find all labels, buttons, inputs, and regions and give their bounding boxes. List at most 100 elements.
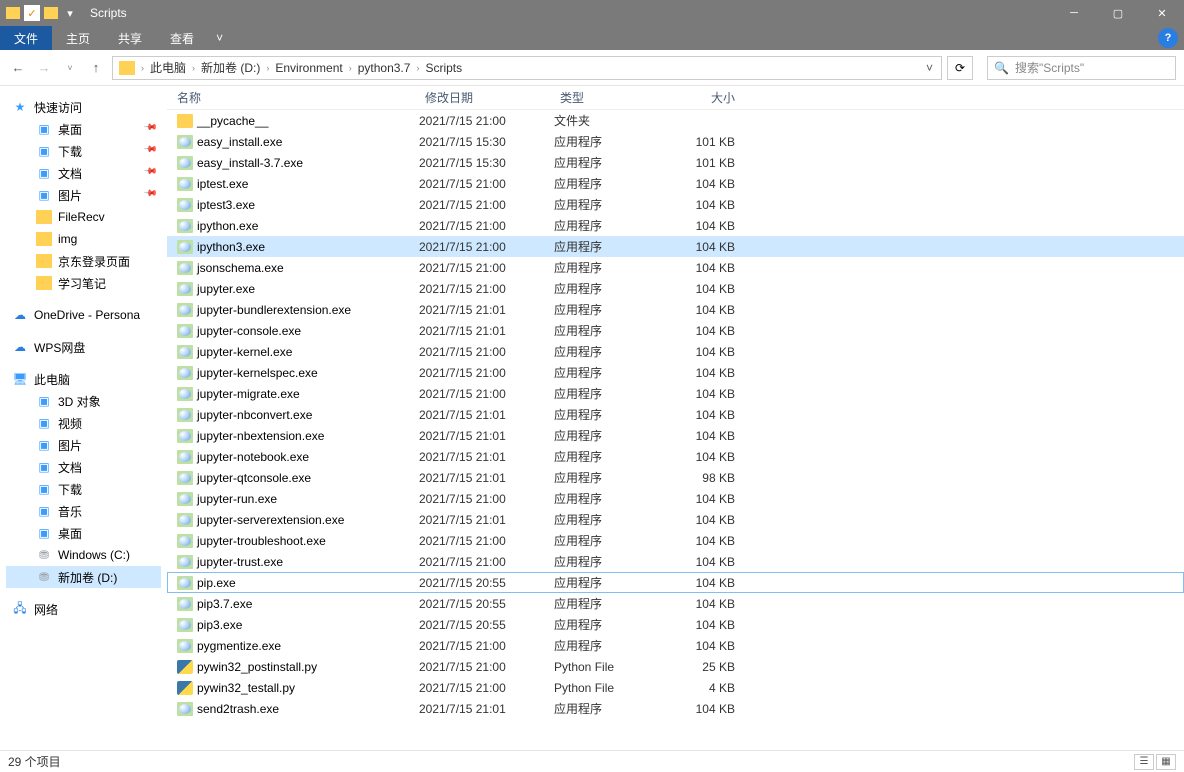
file-name: jupyter.exe <box>197 282 255 296</box>
table-row[interactable]: iptest.exe2021/7/15 21:00应用程序104 KB <box>167 173 1184 194</box>
qat-checkbox-icon[interactable]: ✓ <box>24 5 40 21</box>
sidebar-item[interactable]: 京东登录页面 <box>6 250 161 272</box>
crumb-env[interactable]: Environment <box>271 61 346 75</box>
chevron-right-icon[interactable]: › <box>347 63 354 73</box>
view-thumbnails-icon[interactable]: ▦ <box>1156 754 1176 770</box>
sidebar-item[interactable]: ▣3D 对象 <box>6 390 161 412</box>
sidebar-item[interactable]: 学习笔记 <box>6 272 161 294</box>
col-type[interactable]: 类型 <box>554 89 666 106</box>
table-row[interactable]: jupyter-kernel.exe2021/7/15 21:00应用程序104… <box>167 341 1184 362</box>
table-row[interactable]: jupyter-console.exe2021/7/15 21:01应用程序10… <box>167 320 1184 341</box>
sidebar-item[interactable]: ▣下载📌 <box>6 140 161 162</box>
sidebar-quick-access[interactable]: ★快速访问 <box>6 96 161 118</box>
table-row[interactable]: jupyter-migrate.exe2021/7/15 21:00应用程序10… <box>167 383 1184 404</box>
close-button[interactable]: ✕ <box>1140 0 1184 26</box>
sidebar-item[interactable]: ▣图片 <box>6 434 161 456</box>
up-button[interactable]: ↑ <box>86 58 106 78</box>
table-row[interactable]: __pycache__2021/7/15 21:00文件夹 <box>167 110 1184 131</box>
chevron-right-icon[interactable]: › <box>264 63 271 73</box>
sidebar-item[interactable]: ⛃Windows (C:) <box>6 544 161 566</box>
table-row[interactable]: ipython3.exe2021/7/15 21:00应用程序104 KB <box>167 236 1184 257</box>
sidebar-item[interactable]: ⛃新加卷 (D:) <box>6 566 161 588</box>
sidebar-item[interactable]: ▣下载 <box>6 478 161 500</box>
table-row[interactable]: jupyter-serverextension.exe2021/7/15 21:… <box>167 509 1184 530</box>
file-name: iptest3.exe <box>197 198 255 212</box>
maximize-button[interactable]: ▢ <box>1096 0 1140 26</box>
sidebar-item[interactable]: ▣文档 <box>6 456 161 478</box>
search-input[interactable]: 🔍 搜索"Scripts" <box>987 56 1176 80</box>
table-row[interactable]: send2trash.exe2021/7/15 21:01应用程序104 KB <box>167 698 1184 719</box>
sidebar-item[interactable]: ▣视频 <box>6 412 161 434</box>
mon-icon: ▣ <box>36 526 52 540</box>
sidebar-item[interactable]: img <box>6 228 161 250</box>
sidebar-item[interactable]: ▣音乐 <box>6 500 161 522</box>
tab-home[interactable]: 主页 <box>52 26 104 50</box>
table-row[interactable]: iptest3.exe2021/7/15 21:00应用程序104 KB <box>167 194 1184 215</box>
tab-view[interactable]: 查看 <box>156 26 208 50</box>
chevron-right-icon[interactable]: › <box>414 63 421 73</box>
sidebar-item[interactable]: ▣文档📌 <box>6 162 161 184</box>
chevron-right-icon[interactable]: › <box>190 63 197 73</box>
sidebar-item[interactable]: FileRecv <box>6 206 161 228</box>
chevron-right-icon[interactable]: › <box>139 63 146 73</box>
table-row[interactable]: ipython.exe2021/7/15 21:00应用程序104 KB <box>167 215 1184 236</box>
table-row[interactable]: jupyter-notebook.exe2021/7/15 21:01应用程序1… <box>167 446 1184 467</box>
sidebar-item[interactable]: ▣桌面 <box>6 522 161 544</box>
file-size: 104 KB <box>666 450 741 464</box>
back-button[interactable]: ← <box>8 58 28 78</box>
table-row[interactable]: pip3.exe2021/7/15 20:55应用程序104 KB <box>167 614 1184 635</box>
table-row[interactable]: jupyter-qtconsole.exe2021/7/15 21:01应用程序… <box>167 467 1184 488</box>
sidebar-this-pc[interactable]: 🖥此电脑 <box>6 368 161 390</box>
forward-button[interactable]: → <box>34 58 54 78</box>
sidebar-wps[interactable]: ☁WPS网盘 <box>6 336 161 358</box>
crumb-pc[interactable]: 此电脑 <box>146 59 190 76</box>
table-row[interactable]: jupyter-nbconvert.exe2021/7/15 21:01应用程序… <box>167 404 1184 425</box>
table-row[interactable]: pywin32_testall.py2021/7/15 21:00Python … <box>167 677 1184 698</box>
table-row[interactable]: pip3.7.exe2021/7/15 20:55应用程序104 KB <box>167 593 1184 614</box>
table-row[interactable]: jupyter-troubleshoot.exe2021/7/15 21:00应… <box>167 530 1184 551</box>
tab-share[interactable]: 共享 <box>104 26 156 50</box>
table-row[interactable]: jupyter-trust.exe2021/7/15 21:00应用程序104 … <box>167 551 1184 572</box>
mon-icon: ▣ <box>36 504 52 518</box>
sidebar-item[interactable]: ▣桌面📌 <box>6 118 161 140</box>
sidebar-network[interactable]: 🖧网络 <box>6 598 161 620</box>
crumb-scripts[interactable]: Scripts <box>421 61 466 75</box>
table-row[interactable]: easy_install-3.7.exe2021/7/15 15:30应用程序1… <box>167 152 1184 173</box>
help-icon[interactable]: ? <box>1158 28 1178 48</box>
file-size: 104 KB <box>666 198 741 212</box>
table-row[interactable]: jupyter.exe2021/7/15 21:00应用程序104 KB <box>167 278 1184 299</box>
exe-icon <box>177 576 193 590</box>
tab-file[interactable]: 文件 <box>0 26 52 50</box>
minimize-button[interactable]: ─ <box>1052 0 1096 26</box>
address-dropdown-icon[interactable]: ˅ <box>920 61 939 75</box>
table-row[interactable]: pip.exe2021/7/15 20:55应用程序104 KB <box>167 572 1184 593</box>
crumb-drive[interactable]: 新加卷 (D:) <box>197 59 264 76</box>
table-row[interactable]: pywin32_postinstall.py2021/7/15 21:00Pyt… <box>167 656 1184 677</box>
table-row[interactable]: jsonschema.exe2021/7/15 21:00应用程序104 KB <box>167 257 1184 278</box>
col-name[interactable]: 名称 <box>167 89 419 106</box>
file-date: 2021/7/15 21:01 <box>419 303 554 317</box>
crumb-py[interactable]: python3.7 <box>354 61 415 75</box>
col-size[interactable]: 大小 <box>666 89 741 106</box>
file-list[interactable]: __pycache__2021/7/15 21:00文件夹easy_instal… <box>167 110 1184 719</box>
col-date[interactable]: 修改日期 <box>419 89 554 106</box>
ribbon-collapse-icon[interactable]: ˅ <box>208 26 231 50</box>
file-date: 2021/7/15 21:00 <box>419 366 554 380</box>
file-name: jupyter-nbconvert.exe <box>197 408 312 422</box>
recent-dropdown[interactable]: ˅ <box>60 58 80 78</box>
sidebar-onedrive[interactable]: ☁OneDrive - Persona <box>6 304 161 326</box>
address-bar[interactable]: › 此电脑 › 新加卷 (D:) › Environment › python3… <box>112 56 942 80</box>
table-row[interactable]: jupyter-run.exe2021/7/15 21:00应用程序104 KB <box>167 488 1184 509</box>
sidebar-item[interactable]: ▣图片📌 <box>6 184 161 206</box>
refresh-button[interactable]: ⟳ <box>947 56 973 80</box>
view-details-icon[interactable]: ☰ <box>1134 754 1154 770</box>
table-row[interactable]: jupyter-kernelspec.exe2021/7/15 21:00应用程… <box>167 362 1184 383</box>
file-type: 应用程序 <box>554 595 666 612</box>
table-row[interactable]: jupyter-bundlerextension.exe2021/7/15 21… <box>167 299 1184 320</box>
table-row[interactable]: easy_install.exe2021/7/15 15:30应用程序101 K… <box>167 131 1184 152</box>
exe-icon <box>177 408 193 422</box>
table-row[interactable]: pygmentize.exe2021/7/15 21:00应用程序104 KB <box>167 635 1184 656</box>
qat-dropdown-icon[interactable]: ▾ <box>62 5 78 21</box>
file-size: 104 KB <box>666 408 741 422</box>
table-row[interactable]: jupyter-nbextension.exe2021/7/15 21:01应用… <box>167 425 1184 446</box>
